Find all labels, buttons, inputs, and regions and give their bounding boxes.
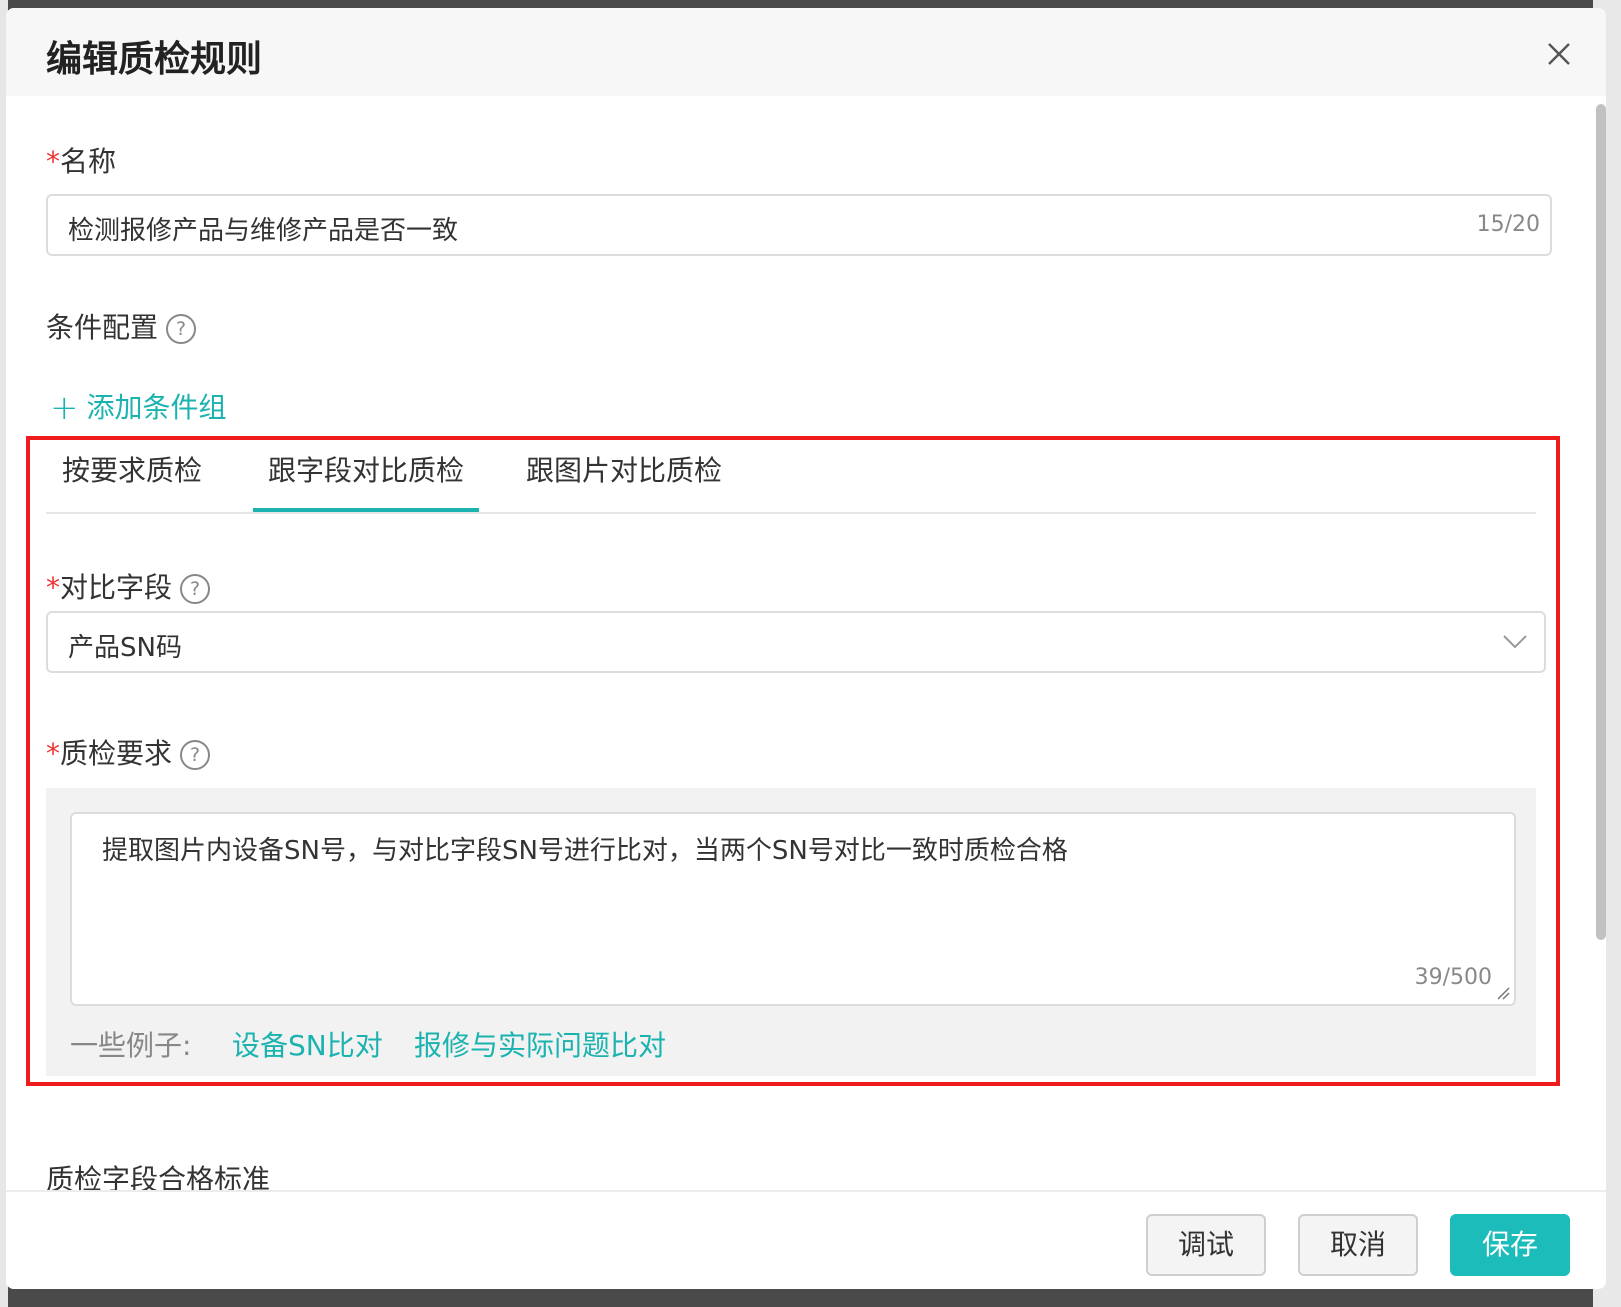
required-mark: * [46,571,60,604]
requirement-char-counter: 39/500 [1414,965,1492,990]
dialog-body: *名称 检测报修产品与维修产品是否一致 15/20 条件配置? + 添加条件组 按… [6,96,1606,1190]
requirement-label-text: 质检要求 [60,737,173,770]
add-condition-group-button[interactable]: + 添加条件组 [50,386,227,428]
debug-button[interactable]: 调试 [1146,1214,1266,1276]
next-section-label: 质检字段合格标准 [46,1163,271,1190]
requirement-label: *质检要求? [46,732,211,772]
active-tab-indicator [253,508,479,512]
compare-field-label: *对比字段? [46,566,211,606]
help-icon[interactable]: ? [166,314,197,344]
plus-icon: + [50,388,79,428]
compare-field-value: 产品SN码 [68,633,182,663]
tab-by-requirement[interactable]: 按要求质检 [62,449,202,489]
close-icon[interactable] [1543,38,1575,70]
example-link-sn-compare[interactable]: 设备SN比对 [232,1024,383,1064]
condition-config-label: 条件配置? [46,306,197,346]
cancel-button[interactable]: 取消 [1298,1214,1418,1276]
requirement-panel: 提取图片内设备SN号，与对比字段SN号进行比对，当两个SN号对比一致时质检合格 … [46,788,1536,1076]
tabs-divider [46,512,1536,514]
required-mark: * [46,145,60,178]
help-icon[interactable]: ? [180,574,211,604]
resize-handle-icon[interactable] [1496,986,1510,1000]
tab-image-compare[interactable]: 跟图片对比质检 [526,449,722,489]
requirement-textarea-value: 提取图片内设备SN号，与对比字段SN号进行比对，当两个SN号对比一致时质检合格 [102,836,1068,866]
requirement-textarea[interactable]: 提取图片内设备SN号，与对比字段SN号进行比对，当两个SN号对比一致时质检合格 … [70,812,1516,1006]
compare-field-select[interactable]: 产品SN码 [46,611,1546,673]
name-input-value: 检测报修产品与维修产品是否一致 [68,216,459,246]
dialog-footer: 调试 取消 保存 [6,1190,1606,1289]
save-button[interactable]: 保存 [1450,1214,1570,1276]
add-condition-group-label: 添加条件组 [86,391,227,424]
name-label-text: 名称 [60,145,117,178]
required-mark: * [46,737,60,770]
tab-field-compare[interactable]: 跟字段对比质检 [268,449,464,489]
dialog-header: 编辑质检规则 [6,8,1606,96]
help-icon[interactable]: ? [180,740,211,770]
name-char-counter: 15/20 [1476,212,1540,237]
example-link-repair-compare[interactable]: 报修与实际问题比对 [414,1024,666,1064]
scrollbar[interactable] [1596,104,1606,940]
name-input[interactable]: 检测报修产品与维修产品是否一致 15/20 [46,194,1552,256]
condition-config-text: 条件配置 [46,311,159,344]
name-label: *名称 [46,140,116,180]
edit-rule-dialog: 编辑质检规则 *名称 检测报修产品与维修产品是否一致 15/20 条件配置? +… [6,8,1606,1289]
examples-label: 一些例子: [70,1029,192,1062]
chevron-down-icon[interactable] [1502,634,1528,650]
compare-field-label-text: 对比字段 [60,571,173,604]
dialog-title: 编辑质检规则 [46,39,263,80]
